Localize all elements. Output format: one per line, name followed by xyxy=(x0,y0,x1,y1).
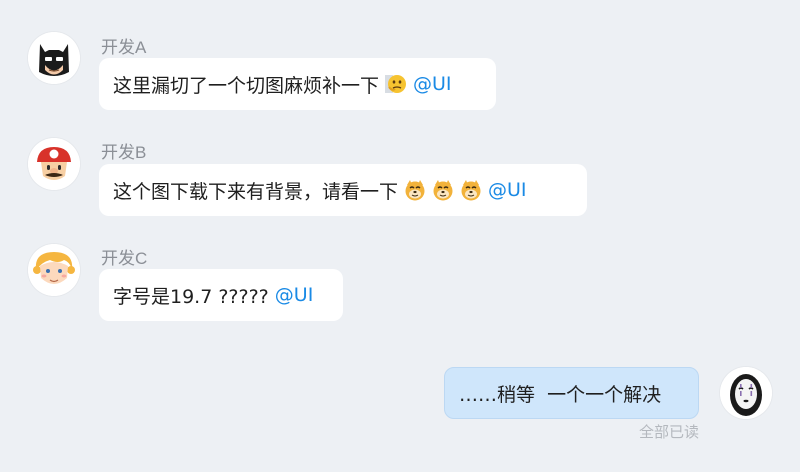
message-bubble[interactable]: 字号是19.7 ????? @UI xyxy=(99,269,343,321)
batman-avatar[interactable] xyxy=(28,32,80,84)
mario-avatar[interactable] xyxy=(28,138,80,190)
no-face-avatar[interactable] xyxy=(720,367,772,419)
mention-link[interactable]: @UI xyxy=(488,179,527,201)
thinking-face-emoji-icon xyxy=(385,73,407,95)
sender-name: 开发C xyxy=(101,249,148,268)
doge-emoji-icon xyxy=(460,179,482,201)
reply-text: ……稍等 一个一个解决 xyxy=(459,383,662,406)
message-text: 这里漏切了一个切图麻烦补一下 xyxy=(113,74,380,97)
doge-emoji-icon xyxy=(404,179,426,201)
doge-emoji-icon xyxy=(432,179,454,201)
reply-bubble[interactable]: ……稍等 一个一个解决 xyxy=(444,367,699,419)
read-status: 全部已读 xyxy=(638,423,699,441)
message-text: 字号是19.7 ????? xyxy=(113,285,269,308)
mention-link[interactable]: @UI xyxy=(413,73,452,95)
message-bubble[interactable]: 这里漏切了一个切图麻烦补一下 @UI xyxy=(99,58,496,110)
blond-kid-avatar[interactable] xyxy=(28,244,80,296)
sender-name: 开发B xyxy=(101,143,147,162)
sender-name: 开发A xyxy=(101,38,147,57)
message-bubble[interactable]: 这个图下载下来有背景，请看一下 @UI xyxy=(99,164,587,216)
mention-link[interactable]: @UI xyxy=(275,284,314,306)
message-text: 这个图下载下来有背景，请看一下 xyxy=(113,180,399,203)
